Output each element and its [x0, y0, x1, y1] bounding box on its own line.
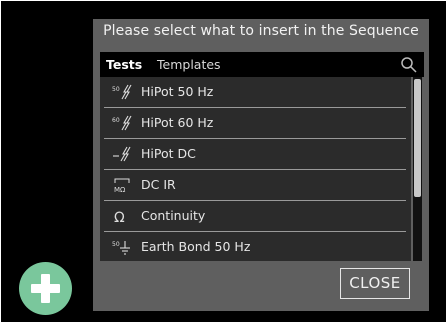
- list-item-label: Earth Bond 50 Hz: [141, 239, 251, 254]
- list-item-earth-bond-50hz[interactable]: 50 Earth Bond 50 Hz: [104, 232, 406, 261]
- list-item-hipot-50hz[interactable]: 50 HiPot 50 Hz: [104, 77, 406, 108]
- list-item-label: HiPot 60 Hz: [141, 115, 214, 130]
- tab-templates[interactable]: Templates: [157, 52, 221, 77]
- list-scrollbar[interactable]: [413, 77, 422, 261]
- list-item-hipot-60hz[interactable]: 60 HiPot 60 Hz: [104, 108, 406, 139]
- svg-text:MΩ: MΩ: [114, 186, 126, 193]
- list-item-hipot-dc[interactable]: HiPot DC: [104, 139, 406, 170]
- search-icon[interactable]: [400, 56, 418, 74]
- hipot-dc-icon: [113, 146, 131, 162]
- dc-ir-icon: MΩ: [114, 178, 130, 193]
- svg-text:60: 60: [112, 117, 120, 124]
- list-item-label: HiPot DC: [141, 146, 196, 161]
- svg-text:50: 50: [112, 86, 120, 93]
- list-item-label: Continuity: [141, 208, 206, 223]
- insert-dialog: Please select what to insert in the Sequ…: [93, 19, 429, 311]
- list-item-continuity[interactable]: Ω Continuity: [104, 201, 406, 232]
- test-list: 50 HiPot 50 Hz 60 HiPot 60 Hz HiPot DC M…: [100, 77, 411, 261]
- svg-text:Ω: Ω: [114, 210, 125, 224]
- tab-tests[interactable]: Tests: [103, 52, 145, 77]
- scrollbar-thumb[interactable]: [414, 79, 421, 197]
- list-item-dc-ir[interactable]: MΩ DC IR: [104, 170, 406, 201]
- add-button[interactable]: [19, 262, 72, 315]
- hipot-50hz-icon: 50: [112, 84, 132, 100]
- continuity-icon: Ω: [114, 210, 125, 224]
- svg-text:50: 50: [112, 241, 120, 248]
- dialog-title: Please select what to insert in the Sequ…: [103, 23, 419, 39]
- plus-icon: [41, 274, 50, 303]
- hipot-60hz-icon: 60: [112, 115, 132, 131]
- earth-bond-icon: 50: [112, 241, 130, 255]
- list-item-label: HiPot 50 Hz: [141, 84, 214, 99]
- tab-bar: Tests Templates: [100, 52, 424, 77]
- close-button[interactable]: CLOSE: [340, 268, 410, 299]
- list-item-label: DC IR: [141, 177, 176, 192]
